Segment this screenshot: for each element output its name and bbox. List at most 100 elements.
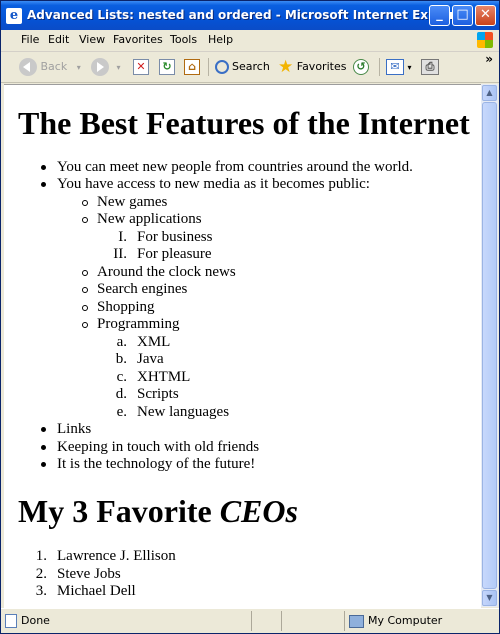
- menu-favorites[interactable]: Favorites: [113, 33, 163, 46]
- list-item-text: XHTML: [137, 369, 191, 385]
- maximize-button[interactable]: □: [452, 5, 473, 26]
- list-item-text: Around the clock news: [97, 264, 236, 280]
- menu-edit[interactable]: Edit: [48, 33, 69, 46]
- vertical-scrollbar[interactable]: ▲ ▼: [481, 84, 498, 607]
- status-zone: My Computer: [349, 614, 442, 628]
- status-text: Done: [21, 614, 50, 627]
- list-item-text: Shopping: [97, 299, 155, 315]
- refresh-button[interactable]: ↻: [159, 56, 175, 78]
- status-bar: Done My Computer: [1, 608, 499, 633]
- scroll-up-button[interactable]: ▲: [482, 85, 497, 101]
- list-item-text: Keeping in touch with old friends: [57, 439, 260, 455]
- search-icon: [215, 60, 229, 74]
- mail-button[interactable]: ✉ ▾: [386, 56, 412, 78]
- minimize-button[interactable]: _: [429, 5, 450, 26]
- alpha-list-item: a. XML: [117, 334, 171, 351]
- list-item-text: You can meet new people from countries a…: [57, 159, 413, 175]
- bullet-circle: [82, 322, 88, 328]
- menu-help[interactable]: Help: [208, 33, 233, 46]
- scroll-down-button[interactable]: ▼: [482, 590, 497, 606]
- browser-window: e Advanced Lists: nested and ordered - M…: [0, 0, 500, 634]
- heading-best-features: The Best Features of the Internet: [18, 105, 470, 141]
- refresh-icon: ↻: [159, 59, 175, 75]
- mail-dropdown-icon[interactable]: ▾: [408, 63, 412, 72]
- status-left: Done: [5, 614, 50, 628]
- bullet-disc: [41, 182, 46, 187]
- close-button[interactable]: ✕: [475, 5, 496, 26]
- status-divider: [251, 611, 252, 631]
- list-item: Links: [41, 421, 92, 438]
- roman-list-item: II. For pleasure: [113, 246, 212, 263]
- toolbar-separator: [208, 58, 209, 76]
- list-item-text: Java: [137, 351, 164, 367]
- roman-list-item: I. For business: [118, 229, 212, 246]
- stop-icon: ✕: [133, 59, 149, 75]
- list-item-text: Links: [57, 421, 92, 437]
- list-item: 3. Michael Dell: [36, 583, 136, 600]
- list-item-text: New applications: [97, 211, 202, 227]
- menu-tools[interactable]: Tools: [170, 33, 197, 46]
- toolbar: Back ▾ ▾ ✕ ↻ ⌂ Search ★ Favorites ↺ ✉ ▾ …: [1, 52, 499, 83]
- list-marker: I.: [118, 229, 127, 245]
- history-button[interactable]: ↺: [353, 56, 369, 78]
- sub-list-item: Search engines: [82, 281, 188, 298]
- print-button[interactable]: ⎙: [421, 56, 439, 78]
- ie-logo-icon: e: [6, 8, 22, 24]
- alpha-list-item: b. Java: [116, 351, 164, 368]
- list-marker: b.: [115, 351, 127, 367]
- search-button[interactable]: Search: [215, 56, 270, 78]
- list-item-text: Michael Dell: [57, 583, 136, 599]
- heading-text: My 3 Favorite: [18, 493, 220, 529]
- back-button[interactable]: Back ▾: [19, 56, 81, 78]
- window-title: Advanced Lists: nested and ordered - Mic…: [27, 8, 469, 22]
- favorites-button[interactable]: ★ Favorites: [278, 56, 346, 78]
- scrollbar-thumb[interactable]: [482, 102, 497, 589]
- favorites-label: Favorites: [296, 60, 347, 73]
- forward-button[interactable]: ▾: [91, 56, 121, 78]
- alpha-list-item: d. Scripts: [116, 386, 179, 403]
- page-content: The Best Features of the Internet You ca…: [4, 84, 481, 608]
- page-icon: [5, 614, 17, 628]
- list-marker: e.: [116, 404, 127, 420]
- list-marker: a.: [116, 334, 127, 350]
- forward-dropdown-icon[interactable]: ▾: [117, 63, 121, 72]
- windows-logo-icon: [477, 32, 493, 48]
- back-label: Back: [40, 60, 68, 73]
- list-item-text: XML: [137, 334, 171, 350]
- menu-file[interactable]: File: [21, 33, 39, 46]
- list-marker: II.: [113, 246, 127, 262]
- list-item: You can meet new people from countries a…: [41, 159, 413, 176]
- bullet-circle: [82, 305, 88, 311]
- forward-arrow-icon: [91, 58, 109, 76]
- list-marker: c.: [116, 369, 127, 385]
- bullet-circle: [82, 287, 88, 293]
- toolbar-overflow-icon[interactable]: »: [485, 52, 493, 66]
- stop-button[interactable]: ✕: [133, 56, 149, 78]
- list-item-text: New languages: [137, 404, 230, 420]
- list-item-text: Steve Jobs: [57, 566, 121, 582]
- list-item-text: For pleasure: [137, 246, 212, 262]
- my-computer-icon: [349, 614, 364, 628]
- mail-icon: ✉: [386, 59, 404, 75]
- list-item-text: Search engines: [97, 281, 188, 297]
- alpha-list-item: c. XHTML: [117, 369, 191, 386]
- bullet-circle: [82, 217, 88, 223]
- list-item: 1. Lawrence J. Ellison: [36, 548, 176, 565]
- bullet-disc: [41, 165, 46, 170]
- alpha-list-item: e. New languages: [117, 404, 230, 421]
- back-dropdown-icon[interactable]: ▾: [77, 63, 81, 72]
- title-bar[interactable]: e Advanced Lists: nested and ordered - M…: [1, 1, 499, 30]
- bullet-disc: [41, 462, 46, 467]
- menu-view[interactable]: View: [79, 33, 105, 46]
- list-item-text: Programming: [97, 316, 180, 332]
- status-zone-text: My Computer: [368, 614, 443, 627]
- bullet-disc: [41, 427, 46, 432]
- status-divider: [344, 611, 345, 631]
- sub-list-item: Programming: [82, 316, 180, 333]
- sub-list-item: New games: [82, 194, 167, 211]
- home-button[interactable]: ⌂: [184, 56, 200, 78]
- menu-bar: File Edit View Favorites Tools Help: [1, 30, 499, 52]
- heading-emphasis: CEOs: [219, 493, 298, 529]
- sub-list-item: New applications: [82, 211, 202, 228]
- home-icon: ⌂: [184, 59, 200, 75]
